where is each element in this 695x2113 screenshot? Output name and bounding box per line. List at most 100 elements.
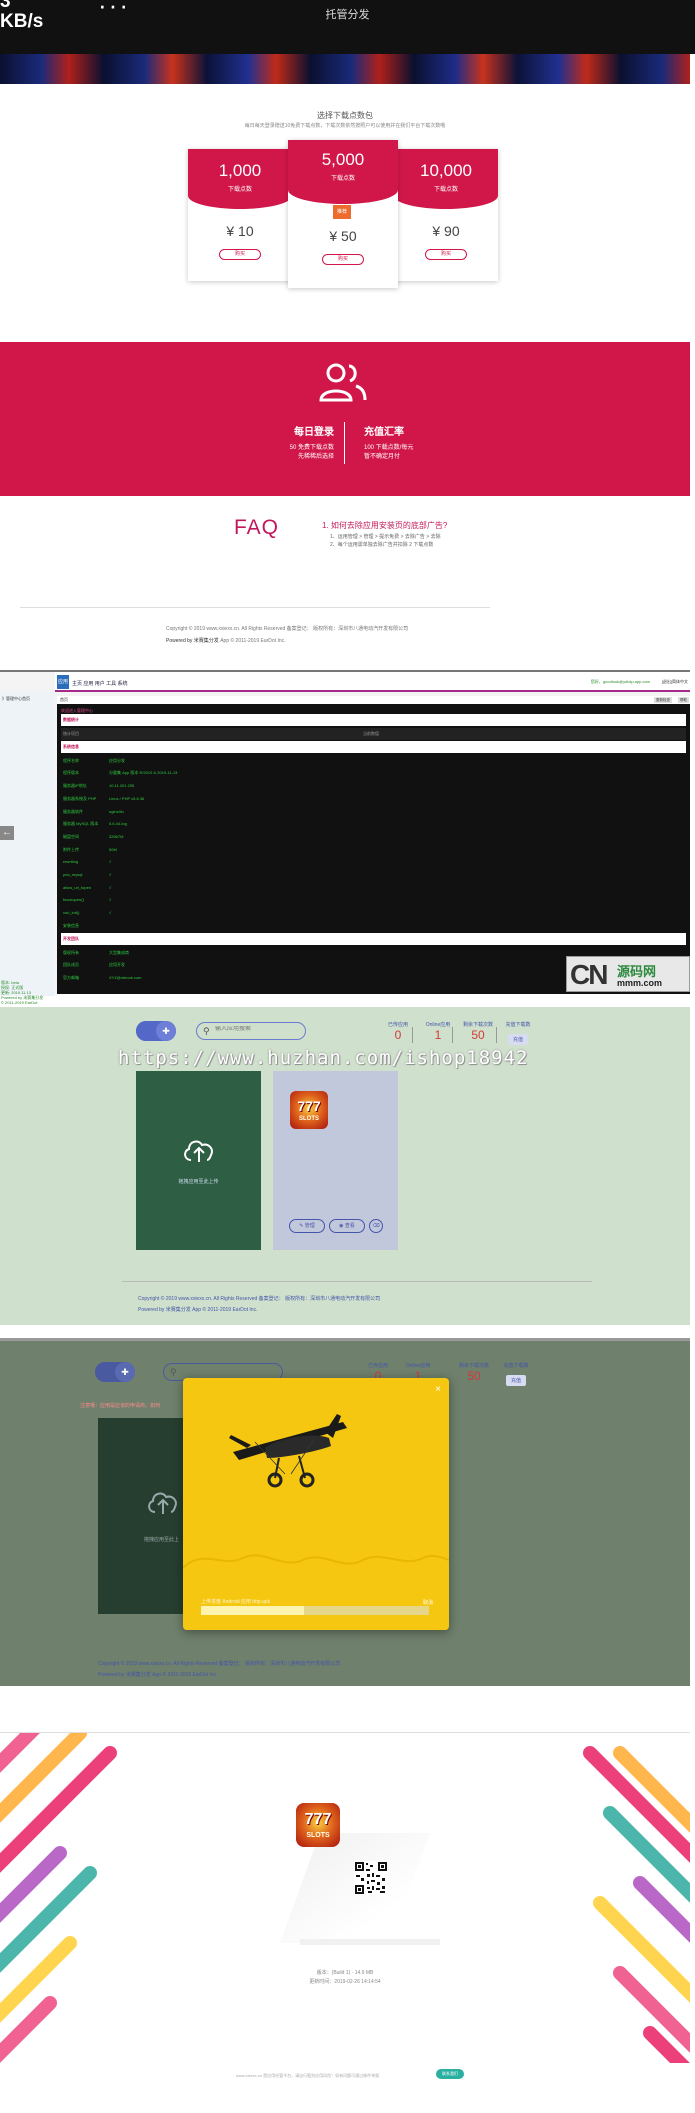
- help-button[interactable]: 帮助: [678, 697, 689, 703]
- admin-info-row: pdo_mysql √: [61, 869, 686, 881]
- manage-button-label: 管理: [304, 1223, 315, 1229]
- stat-label: 剩余下载次数: [462, 1022, 493, 1028]
- powered-by: Powered by 米赛集分发 App © 2011-2019 EarDot …: [166, 635, 408, 647]
- plans-page: 选择下载点数包 每日每天登录赠送10免费下载点数，下载次数依然按照户可以使用并在…: [0, 84, 690, 670]
- apple-icon: [95, 1362, 115, 1382]
- copyright-text: Copyright © 2019 www.xxiexx.cn. All Righ…: [98, 1661, 341, 1667]
- admin-info-row: 服务器IP地址 10.11.201.205: [61, 780, 686, 792]
- contact-button[interactable]: 联系我们: [436, 2069, 464, 2079]
- admin-info-row: allow_url_fopen √: [61, 882, 686, 894]
- cancel-upload-link[interactable]: 取消: [423, 1599, 433, 1606]
- admin-row-value: 5.6.44-log: [109, 821, 127, 827]
- buy-button[interactable]: 购买: [425, 249, 467, 260]
- close-icon[interactable]: ×: [435, 1384, 441, 1395]
- plan-card-5000[interactable]: 5,000 下载点数 推荐 ¥ 50 购买: [288, 140, 398, 288]
- logout-link[interactable]: [退出]: [662, 679, 672, 685]
- search-icon: ⚲: [170, 1367, 177, 1377]
- plan-price: ¥ 90: [432, 223, 460, 239]
- copyright-text: Copyright © 2019 www.xxiexx.cn. All Righ…: [166, 626, 409, 632]
- admin-section-header: 开发团队: [61, 932, 686, 945]
- app-search[interactable]: ⚲: [196, 1022, 306, 1040]
- update-check-button[interactable]: 更新检查: [654, 697, 672, 703]
- admin-row-key: 附件上传: [63, 846, 79, 852]
- stat-divider: [412, 1027, 413, 1043]
- powered-name[interactable]: 米赛集分发: [194, 638, 219, 644]
- plan-unit: 下载点数: [227, 187, 252, 193]
- daily-login-title: 每日登录: [294, 427, 334, 438]
- sidebar-version-info: 版本: beta 授权: 正式版 更新: 2019.11.13 Powered …: [1, 980, 43, 1005]
- plan-count: 5,000: [321, 150, 365, 169]
- stat-label: 充值下载数: [505, 1022, 531, 1028]
- admin-row-value: √: [109, 884, 112, 890]
- slots-app-icon[interactable]: 777 SLOTS: [290, 1091, 328, 1129]
- admin-row-key: 服务器IP地址: [63, 783, 87, 789]
- buy-button[interactable]: 购买: [322, 254, 364, 265]
- upload-modal-overlay: ✚ ⚲ 已传应用 0 Online应用 1 剩余下载次数 50 充值下载数 充值…: [0, 1338, 690, 1686]
- app-icon-777: 777: [304, 1811, 332, 1828]
- admin-row-key: 程序名称: [63, 757, 79, 763]
- admin-row-value: nginx/lin: [109, 808, 124, 814]
- admin-row-key: pdo_mysql: [63, 872, 83, 877]
- sidebar-item-home[interactable]: 》管理中心首页: [2, 696, 30, 702]
- app-icon-slots: SLOTS: [306, 1832, 330, 1839]
- admin-row-value: 应用开发: [109, 962, 125, 968]
- plan-price: ¥ 50: [329, 228, 357, 244]
- admin-row-value: XYZ@mbook.com: [109, 974, 142, 980]
- admin-info-row: fsockopen() √: [61, 894, 686, 906]
- upload-footer: Copyright © 2019 www.xxiexx.cn. All Righ…: [138, 1294, 380, 1316]
- admin-topbar: 应用 主页 应用 用户 工具 系统 您好，goodlook@ydiolp.app…: [55, 672, 690, 692]
- edit-icon: ✎: [299, 1223, 304, 1229]
- download-page: 777 SLOTS 版本：(Build 1) · 14.9 MB 更新时间：20…: [0, 1732, 690, 2113]
- platform-toggle[interactable]: ✚: [136, 1021, 176, 1041]
- admin-row-key: 磁盘空间: [63, 833, 79, 839]
- powered-suffix: App © 2011-2019 EarDot Inc.: [220, 638, 286, 644]
- stat-remaining: 剩余下载次数 50: [454, 1021, 502, 1042]
- admin-panel: 应用 主页 应用 用户 工具 系统 您好，goodlook@ydiolp.app…: [0, 670, 690, 1005]
- admin-row-key: 统计项目: [63, 731, 79, 736]
- search-input[interactable]: [215, 1026, 305, 1032]
- blurred-button[interactable]: [300, 1939, 440, 1945]
- view-button-label: 查看: [344, 1223, 355, 1229]
- recharge-rate-title: 充值汇率: [364, 427, 404, 438]
- upload-progress-modal: × 上传进度 Android 应用 http.apk 取消: [183, 1378, 449, 1630]
- apple-icon[interactable]: [136, 1021, 156, 1041]
- buy-button[interactable]: 购买: [219, 249, 261, 260]
- arrow-left-icon[interactable]: ←: [0, 826, 14, 840]
- delete-button[interactable]: ⌫: [369, 1219, 383, 1233]
- app-card[interactable]: 777 SLOTS ✎ 管理 ◉ 查看 ⌫: [273, 1071, 398, 1250]
- upload-dropzone[interactable]: 拖拽应用至此上传: [136, 1071, 261, 1250]
- manage-button[interactable]: ✎ 管理: [289, 1219, 325, 1233]
- plan-card-header: 1,000 下载点数: [188, 149, 292, 209]
- stat-label: 充值下载数: [503, 1363, 529, 1369]
- daily-login-block: 每日登录 50 免费下载点数 先稀稀后选择: [268, 423, 334, 462]
- recharge-button[interactable]: 充值: [507, 1034, 528, 1045]
- recharge-button: 充值: [505, 1375, 526, 1386]
- admin-sidebar: 》管理中心首页 版本: beta 授权: 正式版 更新: 2019.11.13 …: [0, 692, 55, 1005]
- platform-toggle: ✚: [95, 1362, 135, 1382]
- admin-info-row: rewriting √: [61, 856, 686, 868]
- band-divider: [344, 422, 345, 464]
- admin-user-greeting: 您好，goodlook@ydiolp.app.com: [590, 679, 650, 684]
- admin-row-key: 官方邮箱: [63, 974, 79, 980]
- admin-nav[interactable]: 主页 应用 用户 工具 系统: [72, 680, 128, 687]
- admin-row-value: 当前数值: [363, 731, 379, 736]
- plan-card-1000[interactable]: 1,000 下载点数 ¥ 10 购买: [188, 149, 292, 281]
- android-icon[interactable]: ✚: [156, 1021, 176, 1041]
- copyright-text: Copyright © 2019 www.xxiexx.cn. All Righ…: [138, 1296, 381, 1302]
- admin-row-key: 服务器系统及 PHP: [63, 795, 97, 801]
- breadcrumb-home[interactable]: 首页: [60, 697, 68, 702]
- admin-logo[interactable]: 应用: [57, 675, 69, 689]
- plan-card-10000[interactable]: 10,000 下载点数 ¥ 90 购买: [394, 149, 498, 281]
- view-button[interactable]: ◉ 查看: [329, 1219, 365, 1233]
- daily-login-line2: 先稀稀后选择: [297, 454, 334, 460]
- upload-hint: 拖拽应用至此上: [144, 1537, 180, 1543]
- faq-answer-line2: 2、每个运用需单独去除广告并扣除 2 下载点数: [330, 542, 434, 548]
- qr-code[interactable]: [354, 1861, 388, 1895]
- admin-row-value: 50M: [109, 846, 117, 852]
- decorative-stripes-left: [0, 1733, 117, 2063]
- powered-by[interactable]: Powered by 米赛集分发 App © 2011-2019 EarDot …: [138, 1305, 380, 1316]
- faq-question[interactable]: 1. 如何去除应用安装页的底部广告?: [322, 520, 447, 531]
- language-select[interactable]: 简体中文: [672, 679, 688, 685]
- stat-recharge: 充值下载数 充值: [496, 1021, 540, 1046]
- recharge-rate-block: 充值汇率 100 下载点数/每元 暂不确定月付: [364, 423, 413, 462]
